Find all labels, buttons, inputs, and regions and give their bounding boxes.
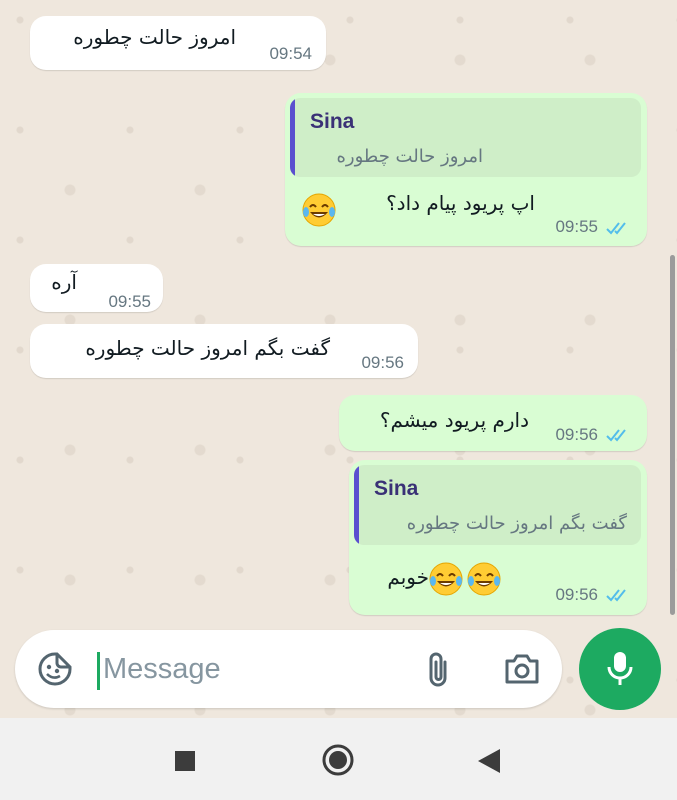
scrollbar[interactable] bbox=[670, 255, 675, 615]
quoted-message[interactable]: Sina گفت بگم امروز حالت چطوره bbox=[354, 465, 641, 545]
message-time: 09:55 bbox=[555, 217, 598, 236]
chat-area[interactable]: امروز حالت چطوره 09:54 Sina امروز حالت چ… bbox=[0, 0, 677, 718]
double-check-icon bbox=[606, 222, 626, 235]
message-text: خوبم bbox=[387, 565, 429, 589]
mic-icon bbox=[606, 650, 634, 692]
face-with-tears-of-joy-icon bbox=[466, 561, 502, 601]
quoted-message[interactable]: Sina امروز حالت چطوره bbox=[290, 98, 641, 177]
quote-author: Sina bbox=[310, 110, 355, 133]
message-composer[interactable]: Message bbox=[15, 630, 562, 708]
message-time: 09:55 bbox=[108, 292, 151, 311]
double-check-icon bbox=[606, 429, 626, 442]
double-check-icon bbox=[606, 589, 626, 602]
message-bubble-outgoing[interactable]: Sina امروز حالت چطوره اپ پریود پیام داد؟… bbox=[285, 93, 647, 246]
quote-accent-bar bbox=[354, 465, 359, 545]
voice-record-button[interactable] bbox=[579, 628, 661, 710]
message-text: گفت بگم امروز حالت چطوره bbox=[85, 336, 330, 360]
system-navigation-bar bbox=[0, 718, 677, 800]
message-time: 09:56 bbox=[555, 585, 598, 604]
message-text: دارم پریود میشم؟ bbox=[379, 408, 529, 432]
quote-accent-bar bbox=[290, 98, 295, 177]
face-with-tears-of-joy-icon bbox=[301, 192, 337, 232]
text-cursor bbox=[97, 652, 100, 690]
message-bubble-incoming[interactable]: آره 09:55 bbox=[30, 264, 163, 312]
message-time: 09:54 bbox=[269, 44, 312, 63]
attach-icon[interactable] bbox=[425, 650, 453, 694]
message-text: آره bbox=[51, 270, 77, 294]
message-input[interactable]: Message bbox=[103, 653, 221, 686]
camera-icon[interactable] bbox=[503, 652, 541, 690]
message-bubble-incoming[interactable]: گفت بگم امروز حالت چطوره 09:56 bbox=[30, 324, 418, 378]
sticker-icon[interactable] bbox=[37, 651, 73, 691]
message-text: اپ پریود پیام داد؟ bbox=[386, 191, 535, 215]
message-time: 09:56 bbox=[555, 425, 598, 444]
quote-text: امروز حالت چطوره bbox=[336, 146, 484, 167]
quote-author: Sina bbox=[374, 477, 419, 500]
recents-icon[interactable] bbox=[175, 751, 195, 775]
quote-text: گفت بگم امروز حالت چطوره bbox=[406, 513, 627, 534]
message-bubble-incoming[interactable]: امروز حالت چطوره 09:54 bbox=[30, 16, 326, 70]
face-with-tears-of-joy-icon bbox=[428, 561, 464, 601]
message-bubble-outgoing[interactable]: دارم پریود میشم؟ 09:56 bbox=[339, 395, 647, 451]
home-icon[interactable] bbox=[321, 743, 355, 781]
back-icon[interactable] bbox=[478, 749, 500, 777]
message-bubble-outgoing[interactable]: Sina گفت بگم امروز حالت چطوره خوبم 09:56 bbox=[349, 460, 647, 615]
message-time: 09:56 bbox=[361, 353, 404, 372]
message-text: امروز حالت چطوره bbox=[73, 25, 236, 49]
